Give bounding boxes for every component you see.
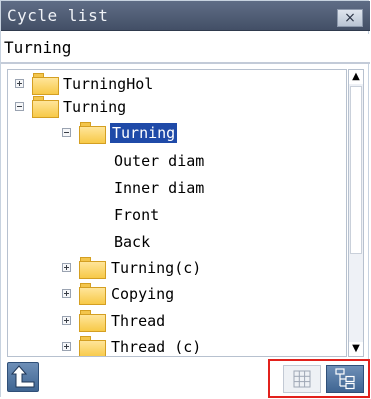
up-level-button[interactable]: [7, 362, 39, 392]
tree-item-label: TurningHol: [63, 75, 154, 93]
folder-icon: [79, 122, 106, 144]
path-bar: Turning: [1, 34, 370, 64]
tree-item-label: Copying: [111, 285, 175, 303]
folder-icon: [32, 96, 59, 118]
close-button[interactable]: ×: [337, 9, 363, 27]
scroll-thumb[interactable]: [350, 86, 362, 254]
tree-item[interactable]: Back: [8, 231, 346, 255]
expand-icon[interactable]: [62, 289, 71, 298]
current-path: Turning: [4, 38, 72, 57]
window-title: Cycle list: [7, 6, 109, 25]
tree-item[interactable]: Turning(c): [8, 257, 346, 281]
grid-view-icon: [293, 370, 311, 388]
folder-icon: [79, 310, 106, 332]
folder-icon: [79, 283, 106, 305]
tree-item[interactable]: Copying: [8, 283, 346, 307]
grid-view-button[interactable]: [283, 365, 321, 393]
tree-item-label: Turning(c): [111, 259, 202, 277]
cycle-list-window: Cycle list × Turning TurningHol Turning …: [0, 0, 370, 398]
expand-icon[interactable]: [62, 263, 71, 272]
expand-icon[interactable]: [62, 342, 71, 351]
tree-item[interactable]: Inner diam: [8, 177, 346, 201]
vertical-scrollbar[interactable]: ▲ ▼: [348, 69, 364, 357]
tree-item[interactable]: Turning: [8, 96, 346, 120]
bottom-toolbar: [1, 359, 370, 398]
expand-icon[interactable]: [62, 316, 71, 325]
tree-item[interactable]: TurningHol: [8, 73, 346, 97]
collapse-icon[interactable]: [62, 128, 71, 137]
tree-item[interactable]: Thread (c): [8, 336, 346, 356]
up-arrow-icon: [10, 365, 35, 388]
folder-icon: [32, 73, 59, 95]
tree-item[interactable]: Thread: [8, 310, 346, 334]
tree-item-selected[interactable]: Turning: [8, 122, 346, 146]
folder-icon: [79, 257, 106, 279]
tree-item-label: Outer diam: [114, 152, 205, 170]
scroll-up-icon[interactable]: ▲: [349, 70, 363, 84]
tree-item-label: Turning: [63, 98, 127, 116]
title-bar: Cycle list ×: [1, 1, 370, 31]
tree-item-label: Thread: [111, 312, 166, 330]
cycle-tree[interactable]: TurningHol Turning Turning Outer diam In…: [7, 69, 347, 357]
expand-icon[interactable]: [15, 79, 24, 88]
scroll-down-icon[interactable]: ▼: [349, 342, 363, 356]
tree-item[interactable]: Outer diam: [8, 150, 346, 174]
tree-item-label: Turning: [110, 123, 178, 143]
tree-view-button[interactable]: [326, 365, 364, 393]
tree-view-icon: [335, 368, 355, 390]
tree-item-label: Thread (c): [111, 338, 202, 356]
folder-icon: [79, 336, 106, 356]
tree-item-label: Front: [114, 206, 160, 224]
tree-item[interactable]: Front: [8, 204, 346, 228]
collapse-icon[interactable]: [15, 102, 24, 111]
tree-item-label: Back: [114, 233, 151, 251]
tree-item-label: Inner diam: [114, 179, 205, 197]
